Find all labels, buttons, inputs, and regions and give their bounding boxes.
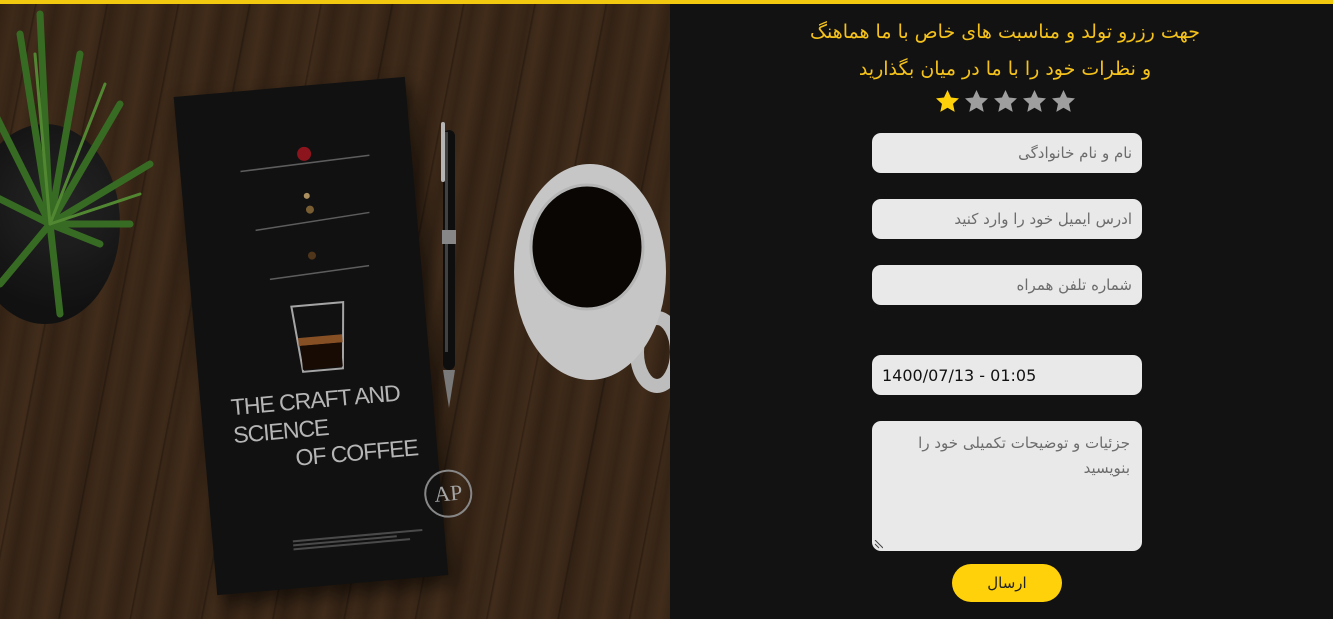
datetime-field[interactable]: 1400/07/13 - 01:05 (872, 355, 1142, 395)
book-fine-print (292, 527, 424, 552)
coffee-book: THE CRAFT AND SCIENCE OF COFFEE AP (173, 76, 475, 596)
star-icon[interactable] (934, 88, 961, 115)
booking-heading: جهت رزرو تولد و مناسبت های خاص با ما هما… (690, 14, 1320, 88)
phone-field-placeholder: شماره تلفن همراه (1016, 276, 1132, 294)
pen-image (441, 122, 456, 408)
book-cover-espresso-glass (290, 300, 345, 373)
book-title-line1: THE CRAFT AND SCIENCE (229, 379, 401, 449)
details-placeholder-line2: بنویسید (1083, 459, 1130, 477)
star-icon[interactable] (1050, 88, 1077, 115)
star-icon[interactable] (1021, 88, 1048, 115)
submit-button[interactable]: ارسال (952, 564, 1062, 602)
book-title: THE CRAFT AND SCIENCE OF COFFEE (230, 377, 427, 477)
coffee-cup-image (514, 164, 670, 393)
name-field[interactable]: نام و نام خانوادگی (872, 133, 1142, 173)
booking-heading-line2: و نظرات خود را با ما در میان بگذارید (858, 58, 1152, 80)
email-field-placeholder: ادرس ایمیل خود را وارد کنید (954, 210, 1132, 228)
submit-button-label: ارسال (987, 574, 1027, 592)
phone-field[interactable]: شماره تلفن همراه (872, 265, 1142, 305)
email-field[interactable]: ادرس ایمیل خود را وارد کنید (872, 199, 1142, 239)
rating-stars (934, 88, 1080, 118)
star-icon[interactable] (992, 88, 1019, 115)
book-title-line2: OF COFFEE (294, 434, 419, 471)
datetime-value: 1400/07/13 - 01:05 (882, 365, 1037, 385)
details-textarea[interactable]: جزئیات و توضیحات تکمیلی خود را بنویسید (872, 421, 1142, 551)
hero-photo: THE CRAFT AND SCIENCE OF COFFEE AP (0, 4, 670, 619)
booking-heading-line1: جهت رزرو تولد و مناسبت های خاص با ما هما… (809, 21, 1201, 43)
publisher-logo: AP (422, 467, 475, 520)
star-icon[interactable] (963, 88, 990, 115)
plant-image (0, 10, 154, 318)
book-cover-spoons (240, 146, 370, 281)
name-field-placeholder: نام و نام خانوادگی (1018, 144, 1132, 162)
details-placeholder-line1: جزئیات و توضیحات تکمیلی خود را (918, 434, 1130, 452)
resize-handle-icon[interactable] (874, 540, 883, 549)
plant-pot (0, 124, 120, 324)
